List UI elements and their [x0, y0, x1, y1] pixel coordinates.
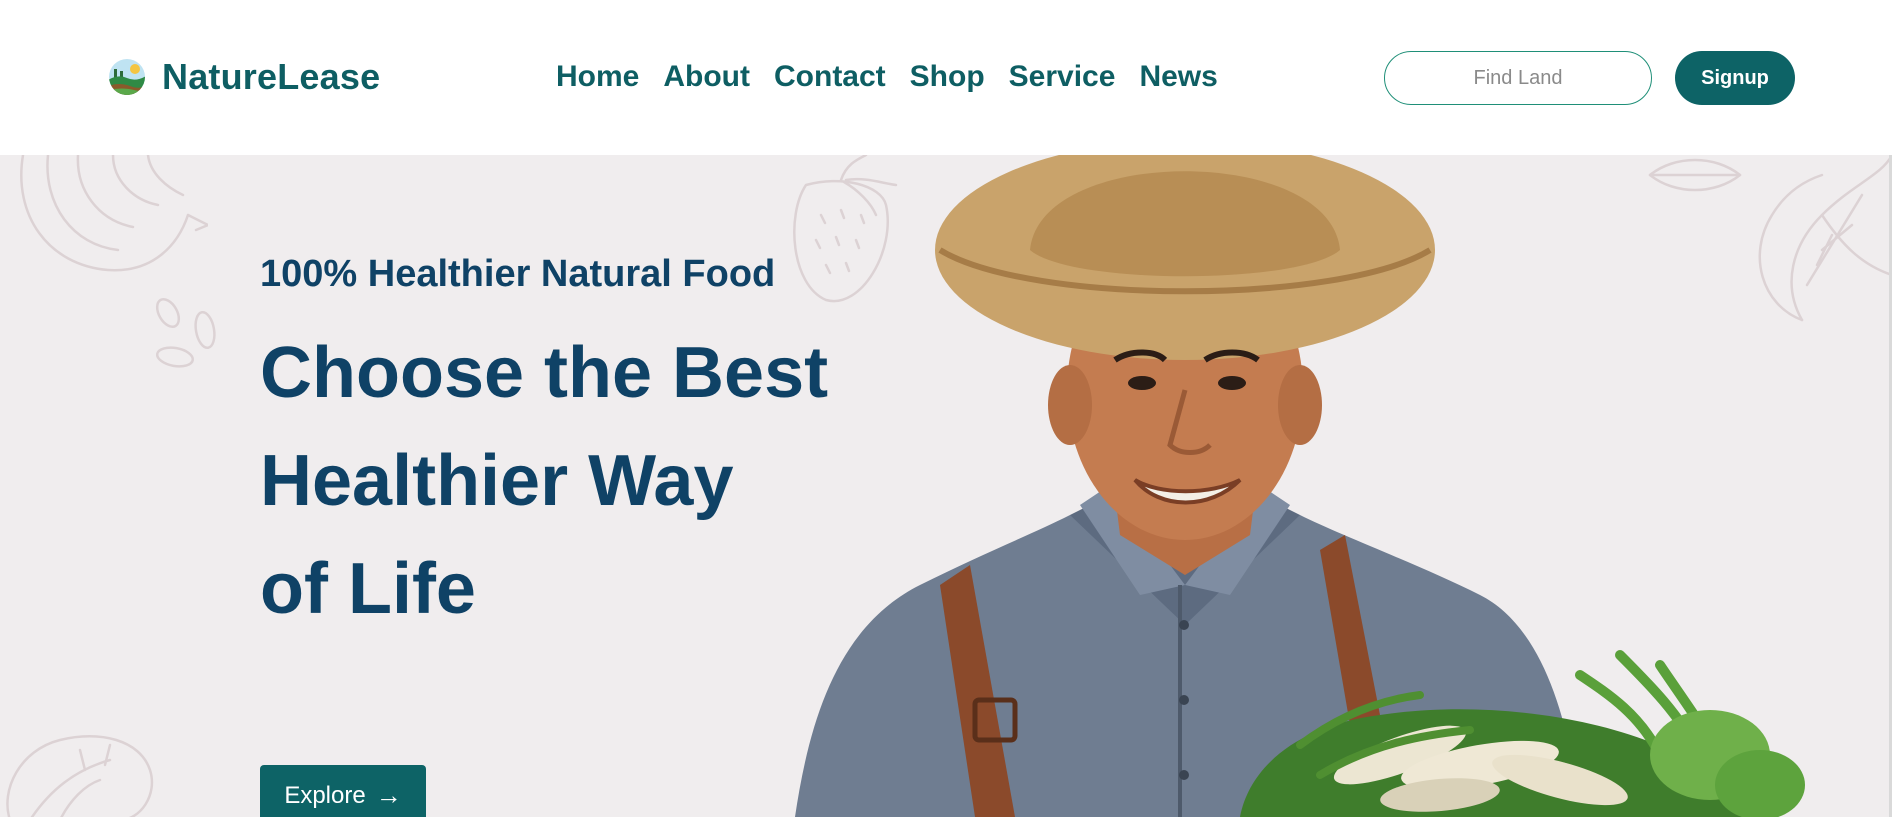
landscape-logo-icon	[109, 59, 145, 95]
hero-heading-line-1: Choose the Best	[260, 333, 829, 413]
arrow-right-icon: →	[375, 780, 402, 810]
nav-link-contact[interactable]: Contact	[774, 60, 886, 94]
nav-link-shop[interactable]: Shop	[910, 60, 985, 94]
hero-eyebrow: 100% Healthier Natural Food	[260, 253, 776, 295]
nav-link-home[interactable]: Home	[556, 60, 639, 94]
find-land-search	[1384, 51, 1652, 105]
hero-text-block: 100% Healthier Natural Food Choose the B…	[260, 253, 828, 817]
hero-heading: Choose the Best Healthier Way of Life	[260, 319, 828, 643]
nav-link-about[interactable]: About	[663, 60, 750, 94]
hero-heading-line-2: Healthier Way	[260, 441, 734, 521]
leafy-vegetable-doodle-icon	[6, 735, 153, 817]
explore-button[interactable]: Explore →	[260, 765, 426, 817]
farmer-with-vegetables-photo	[795, 155, 1805, 817]
hero-heading-line-3: of Life	[260, 549, 476, 629]
hero-section: 100% Healthier Natural Food Choose the B…	[0, 155, 1892, 817]
nav-link-news[interactable]: News	[1139, 60, 1217, 94]
seeds-doodle-icon	[155, 298, 216, 368]
explore-button-label: Explore	[284, 781, 366, 809]
nav-link-service[interactable]: Service	[1009, 60, 1116, 94]
brand-name: NatureLease	[162, 56, 381, 97]
main-nav: Home About Contact Shop Service News	[556, 56, 1242, 98]
brand[interactable]: NatureLease	[108, 56, 380, 98]
signup-button[interactable]: Signup	[1675, 51, 1795, 105]
top-navbar: NatureLease Home About Contact Shop Serv…	[0, 0, 1892, 155]
onion-doodle-icon	[20, 155, 208, 272]
find-land-input[interactable]	[1385, 66, 1651, 90]
